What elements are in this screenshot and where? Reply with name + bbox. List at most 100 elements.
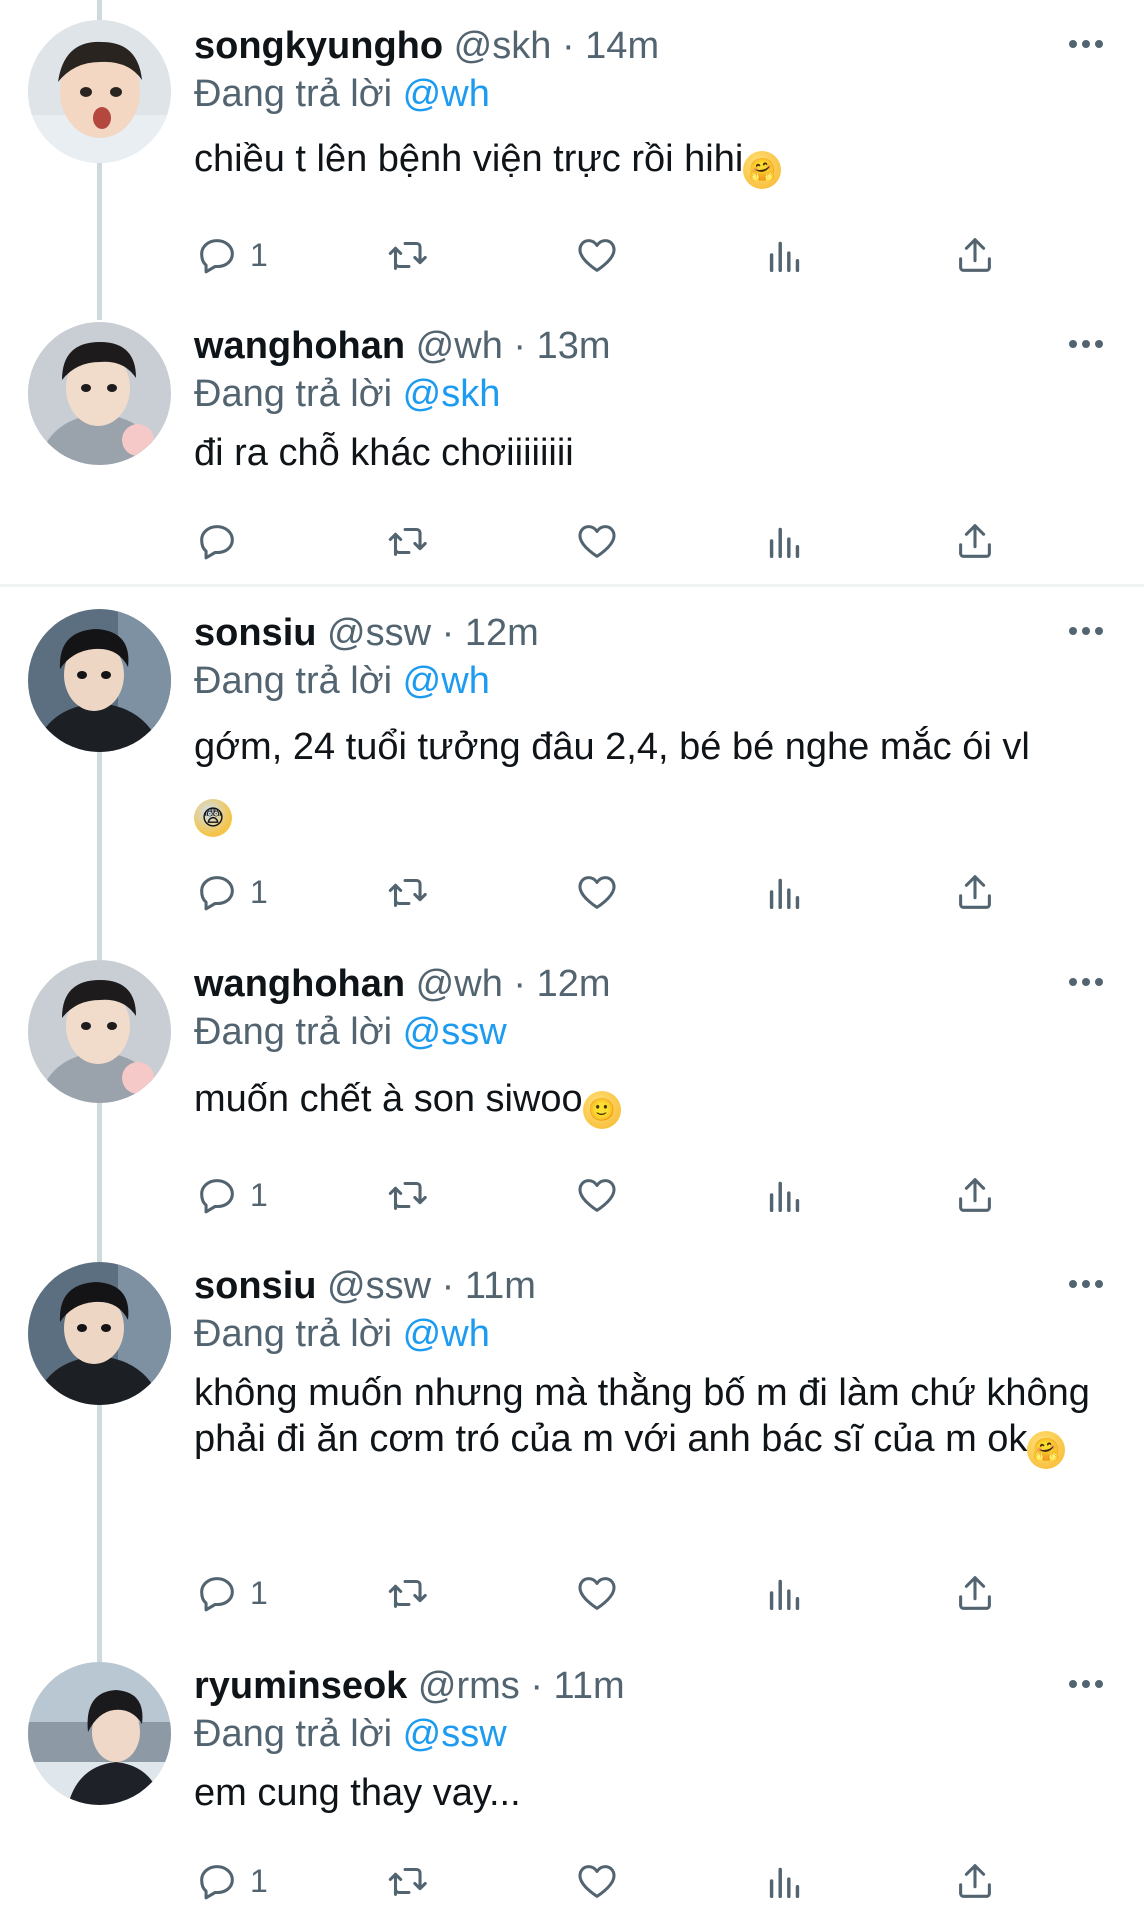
tweet[interactable]: wanghohan @wh · 12m Đang trả lời @ssw mu… (0, 938, 1144, 1240)
display-name[interactable]: songkyungho (194, 25, 443, 67)
tweet-text-body: muốn chết à son siwoo (194, 1078, 583, 1120)
retweet-button[interactable] (384, 516, 430, 566)
tweet-text: không muốn nhưng mà thằng bố m đi làm ch… (194, 1370, 1106, 1469)
tweet-text: em cung thay vay... (194, 1770, 1106, 1816)
tweet-text-body: không muốn nhưng mà thằng bố m đi làm ch… (194, 1372, 1090, 1460)
mention-link[interactable]: @wh (403, 1313, 490, 1355)
heart-icon (578, 525, 616, 558)
mention-link[interactable]: @skh (403, 373, 501, 415)
more-options-icon[interactable] (1066, 1664, 1106, 1704)
like-button[interactable] (574, 1170, 620, 1220)
mention-link[interactable]: @ssw (403, 1713, 507, 1755)
analytics-button[interactable] (762, 230, 808, 280)
like-button[interactable] (574, 867, 620, 917)
reply-icon (200, 1179, 234, 1214)
avatar[interactable] (28, 960, 171, 1103)
retweet-button[interactable] (384, 230, 430, 280)
avatar[interactable] (28, 609, 171, 752)
share-button[interactable] (952, 1568, 998, 1618)
user-handle[interactable]: @rms (418, 1665, 520, 1707)
retweet-button[interactable] (384, 1856, 430, 1906)
tweet-actions: 1 (194, 1170, 1014, 1220)
replying-to-label: Đang trả lời (194, 373, 393, 415)
share-button[interactable] (952, 1856, 998, 1906)
more-options-icon[interactable] (1066, 324, 1106, 364)
reply-count: 1 (250, 1574, 268, 1611)
user-handle[interactable]: @wh (416, 325, 503, 367)
more-options-icon[interactable] (1066, 611, 1106, 651)
retweet-button[interactable] (384, 867, 430, 917)
reply-button[interactable]: 1 (194, 867, 268, 917)
avatar[interactable] (28, 322, 171, 465)
retweet-icon (388, 1579, 427, 1608)
tweet-actions: 1 (194, 230, 1014, 280)
share-icon (959, 1864, 991, 1898)
tweet-actions (194, 516, 1014, 566)
replying-to-label: Đang trả lời (194, 1713, 393, 1755)
display-name[interactable]: sonsiu (194, 1265, 316, 1307)
reply-icon (200, 1865, 234, 1900)
mention-link[interactable]: @wh (403, 660, 490, 702)
like-button[interactable] (574, 1568, 620, 1618)
more-options-icon[interactable] (1066, 962, 1106, 1002)
mention-link[interactable]: @ssw (403, 1011, 507, 1053)
tweet-text: muốn chết à son siwoo 🙂 (194, 1076, 1106, 1129)
analytics-button[interactable] (762, 516, 808, 566)
display-name[interactable]: wanghohan (194, 325, 405, 367)
analytics-button[interactable] (762, 1170, 808, 1220)
timestamp[interactable]: 12m (537, 963, 611, 1005)
retweet-button[interactable] (384, 1568, 430, 1618)
tweet-text-body: gớm, 24 tuổi tưởng đâu 2,4, bé bé nghe m… (194, 726, 1030, 768)
share-button[interactable] (952, 867, 998, 917)
reply-button[interactable] (194, 516, 250, 566)
reply-button[interactable]: 1 (194, 1170, 268, 1220)
share-button[interactable] (952, 1170, 998, 1220)
tweet[interactable]: sonsiu @ssw · 12m Đang trả lời @wh gớm, … (0, 587, 1144, 937)
more-options-icon[interactable] (1066, 1264, 1106, 1304)
mention-link[interactable]: @wh (403, 73, 490, 115)
timestamp[interactable]: 12m (465, 612, 539, 654)
replying-to-label: Đang trả lời (194, 1313, 393, 1355)
timestamp[interactable]: 11m (554, 1665, 625, 1707)
tweet-text: gớm, 24 tuổi tưởng đâu 2,4, bé bé nghe m… (194, 717, 1106, 837)
like-button[interactable] (574, 516, 620, 566)
tweet[interactable]: sonsiu @ssw · 11m Đang trả lời @wh không… (0, 1240, 1144, 1638)
display-name[interactable]: ryuminseok (194, 1665, 407, 1707)
user-handle[interactable]: @wh (416, 963, 503, 1005)
tweet[interactable]: ryuminseok @rms · 11m Đang trả lời @ssw … (0, 1640, 1144, 1920)
separator-dot: · (441, 612, 455, 654)
like-button[interactable] (574, 230, 620, 280)
timestamp[interactable]: 11m (465, 1265, 536, 1307)
share-icon (959, 238, 991, 272)
separator-dot: · (441, 1265, 455, 1307)
more-options-icon[interactable] (1066, 24, 1106, 64)
share-button[interactable] (952, 230, 998, 280)
share-button[interactable] (952, 516, 998, 566)
user-handle[interactable]: @skh (454, 25, 552, 67)
timestamp[interactable]: 13m (537, 325, 611, 367)
display-name[interactable]: wanghohan (194, 963, 405, 1005)
reply-button[interactable]: 1 (194, 230, 268, 280)
avatar[interactable] (28, 1262, 171, 1405)
tweet[interactable]: wanghohan @wh · 13m Đang trả lời @skh đi… (0, 300, 1144, 584)
reply-button[interactable]: 1 (194, 1856, 268, 1906)
analytics-button[interactable] (762, 1568, 808, 1618)
avatar[interactable] (28, 1662, 171, 1805)
heart-icon (578, 1577, 616, 1610)
share-icon (959, 875, 991, 909)
user-handle[interactable]: @ssw (327, 1265, 431, 1307)
timestamp[interactable]: 14m (585, 25, 659, 67)
avatar[interactable] (28, 20, 171, 163)
analytics-button[interactable] (762, 867, 808, 917)
retweet-button[interactable] (384, 1170, 430, 1220)
like-button[interactable] (574, 1856, 620, 1906)
display-name[interactable]: sonsiu (194, 612, 316, 654)
user-handle[interactable]: @ssw (327, 612, 431, 654)
analytics-icon (769, 1181, 800, 1213)
reply-count: 1 (250, 1176, 268, 1213)
reply-button[interactable]: 1 (194, 1568, 268, 1618)
analytics-button[interactable] (762, 1856, 808, 1906)
analytics-icon (769, 878, 800, 910)
replying-to-label: Đang trả lời (194, 660, 393, 702)
tweet[interactable]: songkyungho @skh · 14m Đang trả lời @wh … (0, 0, 1144, 300)
